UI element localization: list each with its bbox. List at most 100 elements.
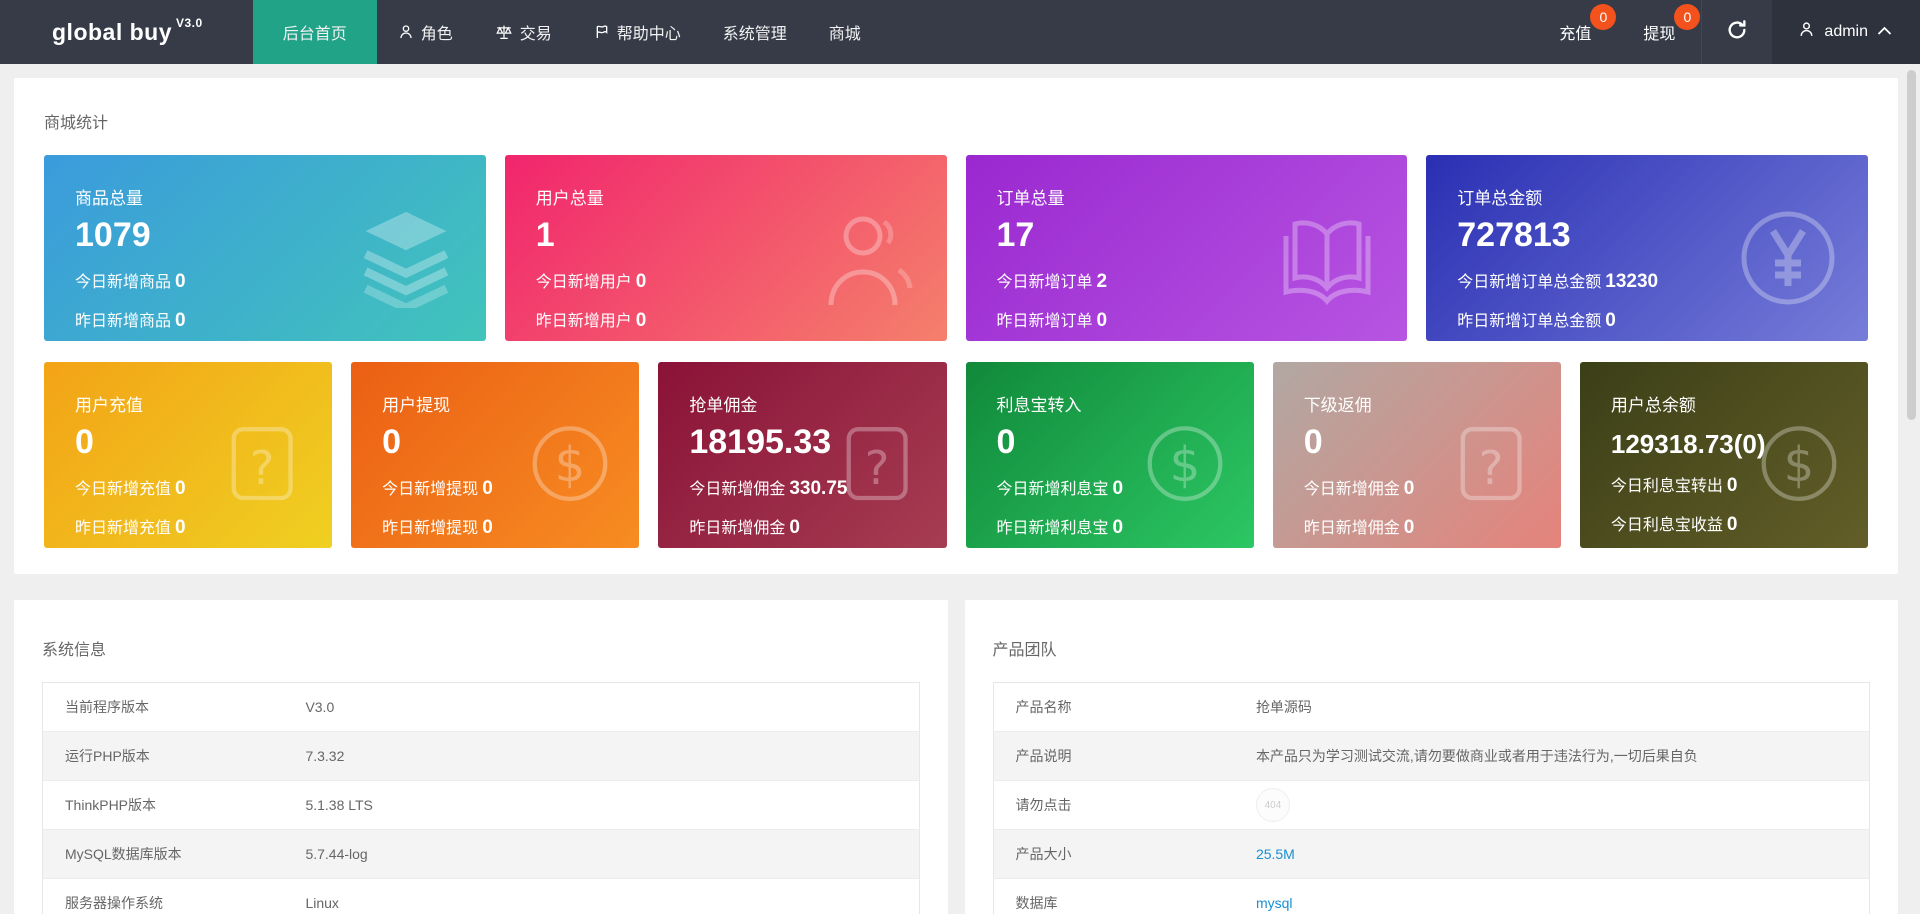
yen-icon [1738, 208, 1838, 308]
system-info-title: 系统信息 [42, 642, 107, 659]
app-version: V3.0 [176, 16, 203, 30]
stat-card-title: 下级返佣 [1303, 396, 1372, 415]
table-row: 服务器操作系统 Linux [42, 878, 919, 914]
svg-text:$: $ [1784, 437, 1815, 493]
nav-menu: 后台首页 角色 交易 帮助中心 系统管理 商城 [252, 0, 882, 64]
row-label: MySQL数据库版本 [65, 846, 182, 862]
stat-card-title: 用户充值 [75, 396, 143, 415]
nav-roles[interactable]: 角色 [377, 0, 474, 64]
table-row: MySQL数据库版本 5.7.44-log [42, 829, 919, 879]
stat-card-sub-rebate: 下级返佣 0 今日新增佣金 0 昨日新增佣金 0? [1272, 362, 1561, 548]
stat-card-user-balance: 用户总余额 129318.73(0) 今日利息宝转出 0 今日利息宝收益 0 $ [1579, 362, 1869, 548]
row-value: 抢单源码 [1255, 699, 1312, 715]
stat-card-grab-commission: 抢单佣金 18195.33 今日新增佣金 330.75 昨日新增佣金 0? [658, 362, 947, 548]
row-value: 404 [1255, 781, 1870, 830]
user-icon [1798, 21, 1815, 43]
question-icon: ? [835, 421, 921, 507]
row-label: 当前程序版本 [65, 699, 149, 715]
nav-item-label: 帮助中心 [616, 26, 681, 43]
stat-card-interest-in: 利息宝转入 0 今日新增利息宝 0 昨日新增利息宝 0 $ [965, 362, 1254, 548]
stat-card-order-total: 订单总量 17 今日新增订单 2 昨日新增订单 0 [965, 155, 1408, 341]
table-row: 当前程序版本 V3.0 [43, 683, 920, 732]
stat-card-subline: 昨日新增订单总金额 0 [1457, 309, 1616, 331]
svg-text:?: ? [1479, 441, 1504, 495]
stat-card-user-total: 用户总量 1 今日新增用户 0 昨日新增用户 0 [504, 155, 947, 341]
row-value: 7.3.32 [305, 748, 345, 764]
row-label: 产品名称 [1015, 699, 1072, 715]
top-navbar: global buy V3.0 后台首页 角色 交易 帮助中心 系统管理 商城 充值 0 提现… [0, 0, 1920, 64]
stats-row-2: 用户充值 0 今日新增充值 0 昨日新增充值 0? 用户提现 0 今日新增提现 0 昨日新增提现 0 $… [44, 362, 1869, 548]
withdraw-button[interactable]: 提现 0 [1617, 0, 1701, 64]
nav-home[interactable]: 后台首页 [252, 0, 377, 64]
dollar-icon: $ [1142, 421, 1228, 507]
table-row: 产品大小 25.5M [993, 829, 1870, 879]
row-label: ThinkPHP版本 [65, 797, 157, 813]
stat-card-title: 用户总余额 [1610, 396, 1696, 415]
stat-card-subline: 昨日新增利息宝 0 [996, 516, 1124, 538]
main-content: 商城统计 商品总量 1079 今日新增商品 0 昨日新增商品 0 用户总量 1 今日新增用户 0 昨… [0, 64, 1920, 914]
row-value: V3.0 [305, 699, 335, 715]
do-not-click-badge[interactable]: 404 [1255, 788, 1290, 822]
refresh-button[interactable] [1701, 0, 1772, 64]
stat-card-title: 用户提现 [382, 396, 451, 415]
user-name: admin [1824, 23, 1868, 40]
product-team-panel: 产品团队 产品名称 抢单源码 产品说明 本产品只为学习测试交流,请勿要做商业或者用于违… [964, 600, 1898, 914]
stat-card-subline: 昨日新增佣金 0 [689, 516, 800, 538]
bottom-panels: 系统信息 当前程序版本 V3.0 运行PHP版本 7.3.32 ThinkPHP版本 5.… [14, 600, 1898, 914]
nav-action-label: 提现 [1643, 26, 1676, 43]
table-row: 数据库 mysql [993, 878, 1870, 914]
notification-badge: 0 [1674, 4, 1701, 30]
nav-item-label: 系统管理 [722, 26, 787, 43]
row-label: 请勿点击 [1015, 797, 1072, 813]
stat-card-subline: 昨日新增商品 0 [75, 309, 186, 331]
svg-text:$: $ [555, 437, 586, 493]
flag-icon [594, 24, 610, 40]
nav-trade[interactable]: 交易 [474, 0, 573, 64]
stats-panel: 商城统计 商品总量 1079 今日新增商品 0 昨日新增商品 0 用户总量 1 今日新增用户 0 昨… [14, 78, 1898, 574]
stat-card-title: 订单总量 [996, 189, 1065, 208]
vertical-scrollbar[interactable] [1907, 70, 1916, 420]
app-logo-text: global buy [52, 18, 172, 45]
value-link[interactable]: mysql [1256, 895, 1293, 911]
svg-text:?: ? [864, 441, 889, 495]
recharge-button[interactable]: 充值 0 [1533, 0, 1617, 64]
stat-card-title: 商品总量 [75, 189, 143, 208]
nav-item-label: 角色 [420, 26, 453, 43]
user-menu[interactable]: admin [1772, 0, 1920, 64]
stat-card-subline: 昨日新增提现 0 [382, 516, 493, 538]
book-icon [1277, 208, 1377, 308]
nav-help[interactable]: 帮助中心 [573, 0, 702, 64]
stat-card-subline: 昨日新增订单 0 [996, 309, 1108, 331]
system-info-table: 当前程序版本 V3.0 运行PHP版本 7.3.32 ThinkPHP版本 5.1.38 … [42, 682, 920, 914]
stat-card-title: 抢单佣金 [689, 396, 758, 415]
row-value: 25.5M [1256, 830, 1870, 879]
refresh-icon [1726, 19, 1748, 46]
product-team-title: 产品团队 [992, 642, 1057, 659]
dollar-icon: $ [1756, 421, 1842, 507]
row-label: 数据库 [1015, 895, 1058, 911]
system-info-panel: 系统信息 当前程序版本 V3.0 运行PHP版本 7.3.32 ThinkPHP版本 5.… [14, 600, 948, 914]
table-row: 运行PHP版本 7.3.32 [42, 731, 919, 781]
nav-mall[interactable]: 商城 [808, 0, 882, 64]
row-label: 服务器操作系统 [65, 895, 163, 911]
notification-badge: 0 [1590, 4, 1617, 30]
table-row: 产品名称 抢单源码 [993, 683, 1870, 732]
user-icon [398, 24, 414, 40]
nav-system[interactable]: 系统管理 [702, 0, 808, 64]
nav-item-label: 商城 [828, 26, 861, 43]
svg-text:?: ? [250, 441, 275, 495]
stats-panel-title: 商城统计 [44, 115, 109, 132]
scales-icon [495, 24, 513, 40]
stat-card-subline: 昨日新增佣金 0 [1303, 516, 1415, 538]
stat-card-user-recharge: 用户充值 0 今日新增充值 0 昨日新增充值 0? [44, 362, 333, 548]
row-value: Linux [305, 895, 339, 911]
row-value: mysql [1256, 879, 1870, 914]
value-link[interactable]: 25.5M [1256, 846, 1295, 862]
stat-card-goods-total: 商品总量 1079 今日新增商品 0 昨日新增商品 0 [44, 155, 486, 341]
row-label: 产品说明 [1015, 748, 1072, 764]
nav-item-label: 后台首页 [282, 26, 347, 43]
svg-text:$: $ [1169, 437, 1200, 493]
stat-card-subline: 今日利息宝收益 0 [1610, 514, 1738, 536]
row-value: 5.7.44-log [305, 846, 368, 862]
